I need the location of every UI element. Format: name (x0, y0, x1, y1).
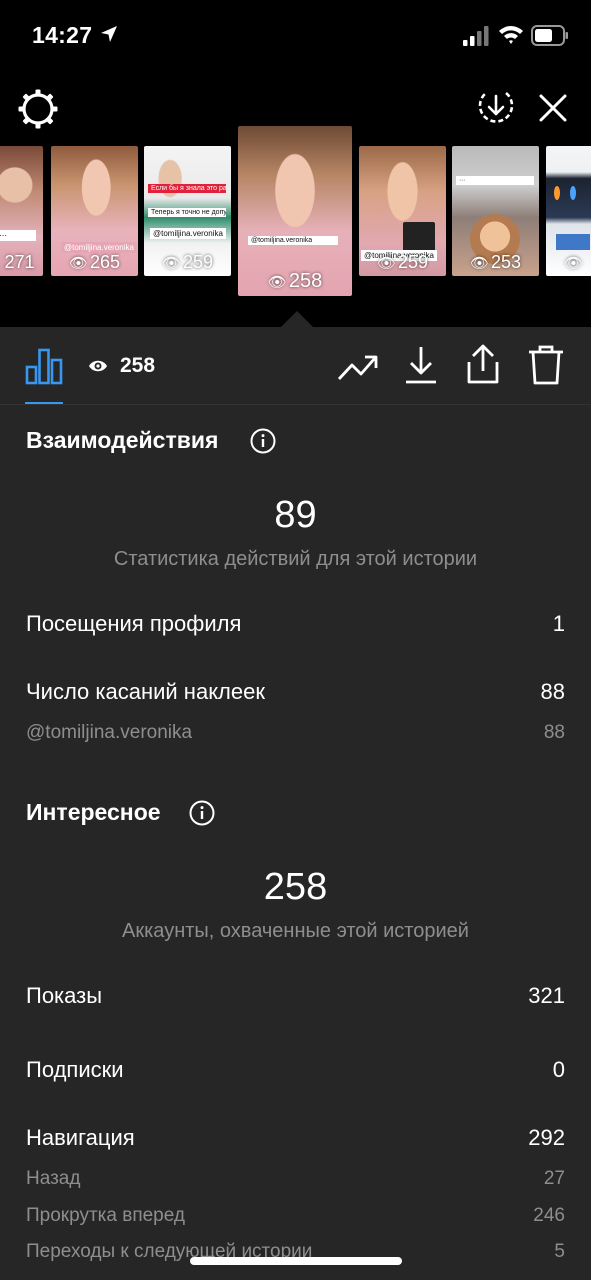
status-bar: 14:27 (0, 0, 591, 72)
discovery-title: Интересное (26, 799, 161, 825)
wifi-icon (499, 26, 523, 44)
story-mention-sticker: @tomiljina.veronika (150, 228, 226, 239)
story-thumbnail[interactable]: ⋯ 👁 253 (452, 146, 539, 276)
screen: 14:27 ⋯ 271 @tomiljina.veronika 👁 265 Ес… (0, 0, 591, 1280)
promote-trend-icon[interactable] (337, 349, 379, 385)
story-thumbnail[interactable]: @tomiljina.veronika 👁 265 (51, 146, 138, 276)
navigation-value: 292 (528, 1125, 565, 1150)
interactions-total: 89 (274, 494, 317, 536)
story-text-sticker: @tomiljina.veronika (248, 236, 338, 245)
share-icon[interactable] (464, 343, 502, 385)
eye-icon: 👁 (68, 255, 88, 272)
save-story-circle-icon[interactable] (476, 87, 516, 127)
views-count[interactable]: 258 (120, 354, 155, 378)
flame-image (570, 186, 576, 200)
eye-icon: 👁 (376, 255, 396, 272)
forward-value: 246 (533, 1205, 565, 1226)
flame-image (554, 186, 560, 200)
story-thumbnail[interactable]: ⋯ 271 (0, 146, 43, 276)
battery-icon (531, 25, 568, 46)
story-views: 👁 259 (376, 252, 429, 272)
active-tab-indicator (25, 402, 63, 404)
interactions-title: Взаимодействия (26, 427, 219, 453)
story-thumbnail[interactable]: @tomiljina.veronika 👁 259 (359, 146, 446, 276)
impressions-label: Показы (26, 983, 103, 1008)
eye-icon: 👁 (469, 255, 489, 272)
location-arrow-icon (101, 26, 117, 42)
status-time: 14:27 (32, 22, 93, 48)
story-thumbnail[interactable]: 👁 (546, 146, 591, 276)
interactions-caption: Статистика действий для этой истории (113, 548, 478, 570)
eye-icon (89, 360, 107, 372)
mention-sticker-label: @tomiljina.veronika (26, 722, 193, 743)
mention-sticker-value: 88 (543, 722, 565, 743)
story-text-sticker: ⋯ (456, 176, 534, 185)
next-story-value: 5 (554, 1241, 565, 1262)
trash-icon[interactable] (527, 344, 565, 386)
cellular-signal-icon (463, 26, 489, 46)
story-thumbnail[interactable]: Если бы я знала это раньше, многого бы н… (144, 146, 231, 276)
sticker-taps-value: 88 (540, 679, 565, 704)
story-text-sticker: Если бы я знала это раньше, многого бы н… (148, 184, 226, 193)
back-value: 27 (543, 1168, 565, 1189)
navigation-label: Навигация (26, 1125, 135, 1150)
insights-bar-chart-icon[interactable] (25, 347, 63, 385)
profile-visits-label: Посещения профиля (26, 611, 242, 636)
story-text-sticker: Теперь я точно не допущу таких ошибок (148, 208, 226, 217)
settings-icon[interactable] (17, 88, 59, 130)
story-views: 👁 (546, 252, 591, 273)
story-views: 271 (4, 252, 35, 272)
story-text-sticker: ⋯ (0, 230, 36, 241)
eye-icon: 👁 (564, 255, 584, 272)
info-icon[interactable] (189, 800, 215, 826)
info-icon[interactable] (250, 428, 276, 454)
story-views: 👁 258 (267, 270, 323, 292)
profile-visits-value: 1 (552, 611, 565, 636)
story-thumbnail-selected[interactable]: @tomiljina.veronika 👁 258 (238, 126, 352, 296)
sticker-taps-label: Число касаний наклеек (26, 679, 265, 704)
follows-value: 0 (552, 1057, 565, 1082)
forward-label: Прокрутка вперед (26, 1205, 185, 1226)
impressions-value: 321 (528, 983, 565, 1008)
back-label: Назад (26, 1168, 81, 1189)
story-toolbar: 258 (0, 327, 591, 405)
slider-sticker (556, 234, 590, 250)
story-views: 👁 259 (161, 252, 214, 272)
download-icon[interactable] (402, 345, 440, 385)
home-indicator[interactable] (190, 1257, 402, 1265)
eye-icon: 👁 (161, 255, 181, 272)
selection-pointer (281, 311, 313, 327)
reach-caption: Аккаунты, охваченные этой историей (122, 920, 469, 942)
story-views: 👁 265 (68, 252, 121, 272)
close-icon[interactable] (537, 92, 569, 124)
reach-total: 258 (263, 866, 328, 908)
story-views: 👁 253 (469, 252, 522, 272)
eye-icon: 👁 (267, 274, 287, 291)
follows-label: Подписки (26, 1057, 124, 1082)
